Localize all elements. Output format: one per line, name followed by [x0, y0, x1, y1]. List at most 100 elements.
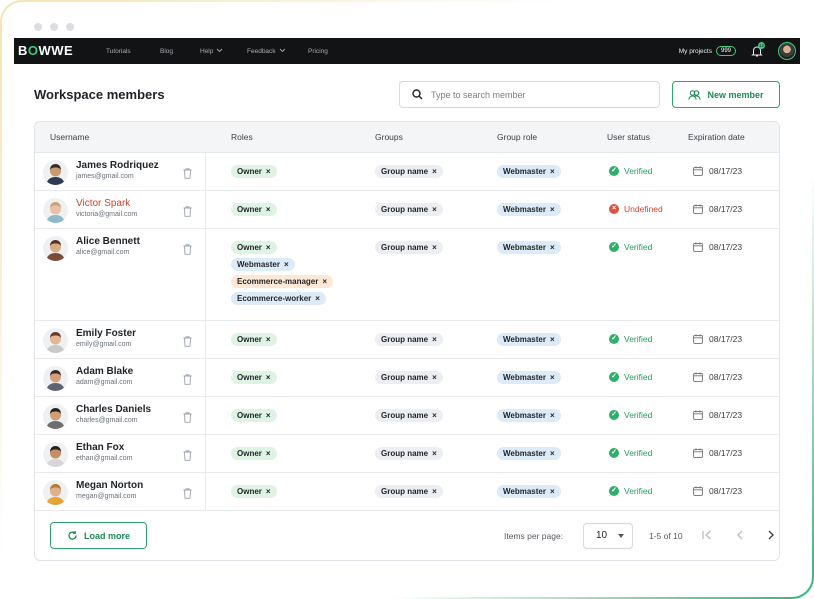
role-chip[interactable]: Owner ×: [231, 485, 277, 498]
role-chip[interactable]: Owner ×: [231, 409, 277, 422]
group-role-chip[interactable]: Webmaster ×: [497, 333, 561, 346]
remove-chip-icon[interactable]: ×: [550, 487, 555, 496]
member-name[interactable]: Emily Foster: [76, 328, 136, 339]
remove-chip-icon[interactable]: ×: [432, 205, 437, 214]
group-chip[interactable]: Group name ×: [375, 203, 443, 216]
remove-chip-icon[interactable]: ×: [266, 449, 271, 458]
table-row[interactable]: Megan Norton megan@gmail.com Owner × Group n…: [35, 473, 779, 511]
trash-icon[interactable]: [183, 242, 192, 255]
expiration-date[interactable]: 08/17/23: [693, 204, 742, 214]
group-role-chip[interactable]: Webmaster ×: [497, 485, 561, 498]
remove-chip-icon[interactable]: ×: [266, 335, 271, 344]
remove-chip-icon[interactable]: ×: [550, 205, 555, 214]
remove-chip-icon[interactable]: ×: [315, 294, 320, 303]
member-name[interactable]: Charles Daniels: [76, 404, 151, 415]
role-chip[interactable]: Owner ×: [231, 203, 277, 216]
remove-chip-icon[interactable]: ×: [266, 243, 271, 252]
group-chip[interactable]: Group name ×: [375, 333, 443, 346]
new-member-button[interactable]: New member: [672, 81, 780, 108]
remove-chip-icon[interactable]: ×: [266, 411, 271, 420]
group-role-chip[interactable]: Webmaster ×: [497, 165, 561, 178]
remove-chip-icon[interactable]: ×: [432, 167, 437, 176]
trash-icon[interactable]: [183, 372, 192, 385]
group-chip[interactable]: Group name ×: [375, 371, 443, 384]
items-per-page-select[interactable]: 10: [583, 523, 633, 549]
remove-chip-icon[interactable]: ×: [432, 373, 437, 382]
remove-chip-icon[interactable]: ×: [322, 277, 327, 286]
trash-icon[interactable]: [183, 166, 192, 179]
expiration-date[interactable]: 08/17/23: [693, 448, 742, 458]
role-chip[interactable]: Ecommerce-manager ×: [231, 275, 334, 288]
expiration-date[interactable]: 08/17/23: [693, 410, 742, 420]
table-row[interactable]: Charles Daniels charles@gmail.com Owner × Gr…: [35, 397, 779, 435]
expiration-date[interactable]: 08/17/23: [693, 372, 742, 382]
table-row[interactable]: Adam Blake adam@gmail.com Owner × Group name…: [35, 359, 779, 397]
role-chip[interactable]: Owner ×: [231, 447, 277, 460]
nav-link-blog[interactable]: Blog: [160, 48, 173, 55]
remove-chip-icon[interactable]: ×: [284, 260, 289, 269]
remove-chip-icon[interactable]: ×: [432, 335, 437, 344]
group-chip[interactable]: Group name ×: [375, 447, 443, 460]
remove-chip-icon[interactable]: ×: [550, 411, 555, 420]
member-name[interactable]: Victor Spark: [76, 198, 130, 209]
role-chip[interactable]: Owner ×: [231, 241, 277, 254]
group-role-chip[interactable]: Webmaster ×: [497, 241, 561, 254]
nav-link-feedback[interactable]: Feedback: [247, 48, 286, 55]
member-name[interactable]: James Rodriquez: [76, 160, 159, 171]
search-member-input[interactable]: Type to search member: [399, 81, 660, 108]
table-row[interactable]: Emily Foster emily@gmail.com Owner × Group n…: [35, 321, 779, 359]
group-chip[interactable]: Group name ×: [375, 485, 443, 498]
window-dot[interactable]: [66, 23, 74, 31]
nav-link-pricing[interactable]: Pricing: [308, 48, 328, 55]
load-more-button[interactable]: Load more: [50, 522, 147, 549]
remove-chip-icon[interactable]: ×: [550, 449, 555, 458]
trash-icon[interactable]: [183, 448, 192, 461]
role-chip[interactable]: Ecommerce-worker ×: [231, 292, 326, 305]
remove-chip-icon[interactable]: ×: [432, 449, 437, 458]
projects-count-badge[interactable]: 999: [715, 46, 736, 56]
table-row[interactable]: Alice Bennett alice@gmail.com Owner × Webmas…: [35, 229, 779, 321]
group-chip[interactable]: Group name ×: [375, 241, 443, 254]
trash-icon[interactable]: [183, 486, 192, 499]
remove-chip-icon[interactable]: ×: [432, 243, 437, 252]
next-page-icon[interactable]: [764, 527, 778, 543]
first-page-icon[interactable]: [700, 527, 714, 543]
expiration-date[interactable]: 08/17/23: [693, 166, 742, 176]
expiration-date[interactable]: 08/17/23: [693, 242, 742, 252]
member-name[interactable]: Ethan Fox: [76, 442, 124, 453]
expiration-date[interactable]: 08/17/23: [693, 486, 742, 496]
column-header-expiration-date[interactable]: Expiration date: [688, 132, 745, 142]
role-chip[interactable]: Owner ×: [231, 371, 277, 384]
remove-chip-icon[interactable]: ×: [550, 243, 555, 252]
nav-link-help[interactable]: Help: [200, 48, 223, 55]
table-row[interactable]: Victor Spark victoria@gmail.com Owner × Grou…: [35, 191, 779, 229]
previous-page-icon[interactable]: [733, 527, 747, 543]
bowwe-logo[interactable]: BOWWE: [18, 43, 73, 58]
trash-icon[interactable]: [183, 410, 192, 423]
column-header-roles[interactable]: Roles: [231, 132, 253, 142]
table-row[interactable]: Ethan Fox ethan@gmail.com Owner × Group name…: [35, 435, 779, 473]
role-chip[interactable]: Webmaster ×: [231, 258, 295, 271]
member-name[interactable]: Alice Bennett: [76, 236, 140, 247]
member-name[interactable]: Adam Blake: [76, 366, 133, 377]
column-header-groups[interactable]: Groups: [375, 132, 403, 142]
column-header-username[interactable]: Username: [50, 132, 89, 142]
my-projects-link[interactable]: My projects: [679, 48, 712, 55]
remove-chip-icon[interactable]: ×: [266, 373, 271, 382]
group-chip[interactable]: Group name ×: [375, 409, 443, 422]
remove-chip-icon[interactable]: ×: [432, 487, 437, 496]
remove-chip-icon[interactable]: ×: [550, 373, 555, 382]
remove-chip-icon[interactable]: ×: [266, 167, 271, 176]
trash-icon[interactable]: [183, 204, 192, 217]
column-header-group-role[interactable]: Group role: [497, 132, 537, 142]
remove-chip-icon[interactable]: ×: [266, 487, 271, 496]
trash-icon[interactable]: [183, 334, 192, 347]
profile-avatar[interactable]: [778, 42, 796, 60]
remove-chip-icon[interactable]: ×: [266, 205, 271, 214]
group-role-chip[interactable]: Webmaster ×: [497, 203, 561, 216]
window-dot[interactable]: [34, 23, 42, 31]
group-role-chip[interactable]: Webmaster ×: [497, 409, 561, 422]
group-role-chip[interactable]: Webmaster ×: [497, 371, 561, 384]
remove-chip-icon[interactable]: ×: [432, 411, 437, 420]
role-chip[interactable]: Owner ×: [231, 333, 277, 346]
